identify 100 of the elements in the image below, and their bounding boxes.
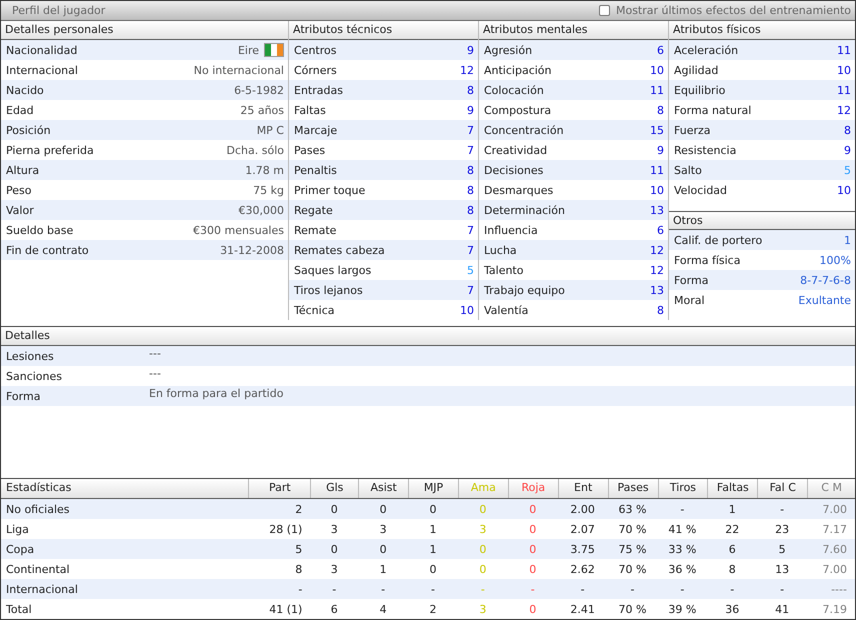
table-cell-text: 1 (428, 522, 438, 536)
attribute-value: 8-7-7-6-8 (800, 274, 851, 286)
attribute-value: 13 (650, 204, 664, 216)
attribute-value: 15 (650, 124, 664, 136)
attribute-value: 9 (657, 144, 664, 156)
table-cell-text: - (480, 582, 486, 596)
field-value: No internacional (194, 64, 284, 76)
column-header[interactable]: Tiros (658, 479, 708, 498)
section-header: Detalles (1, 327, 855, 346)
attribute-value: 12 (837, 104, 851, 116)
training-checkbox[interactable] (598, 5, 610, 16)
column-header[interactable]: MJP (408, 479, 458, 498)
table-cell-text: 23 (774, 522, 790, 536)
detail-value: En forma para el partido (149, 386, 284, 402)
field-value: 6-5-1982 (234, 84, 284, 96)
table-cell-text: 3 (330, 562, 339, 576)
attribute-label: Remates cabeza (294, 244, 385, 256)
attribute-label: Forma natural (674, 104, 752, 116)
attribute-value: 8 (467, 204, 474, 216)
attribute-value: 9 (467, 104, 474, 116)
table-cell-text: 0 (478, 502, 488, 516)
table-cell-text: 7.00 (821, 502, 848, 516)
table-cell-text: 2.00 (569, 502, 596, 516)
column-header[interactable]: Asist (358, 479, 408, 498)
table-cell-text: 0 (378, 542, 388, 556)
attribute-label: Fuerza (674, 124, 711, 136)
table-cell-text: 3 (478, 602, 488, 616)
table-cell-text: 2.07 (569, 522, 596, 536)
table-cell-text: Internacional (5, 582, 79, 596)
attribute-label: Velocidad (674, 184, 728, 196)
table-cell-text: 8 (294, 562, 304, 576)
table-cell-text: 3 (330, 522, 339, 536)
column-header[interactable]: Faltas (707, 479, 758, 498)
field-label: Valor (6, 204, 34, 216)
table-cell-text: 41 (774, 602, 790, 616)
column-header[interactable]: Pases (608, 479, 658, 498)
attribute-label: Moral (674, 294, 705, 306)
section-header: Atributos mentales (479, 21, 668, 40)
detail-label: Lesiones (5, 349, 55, 365)
table-cell-text: 0 (478, 562, 488, 576)
field-value: Eire (238, 44, 259, 56)
field-label: Altura (6, 164, 40, 176)
attribute-label: Talento (484, 264, 524, 276)
checkbox-label[interactable]: Mostrar últimos efectos del entrenamiento (616, 4, 851, 17)
table-cell-text: 70 % (618, 562, 648, 576)
attribute-value: 11 (837, 84, 851, 96)
table-cell-text: 3.75 (569, 542, 596, 556)
section-header: Detalles personales (1, 21, 288, 40)
table-cell-text: 6 (728, 542, 737, 556)
table-cell-text: 3 (478, 522, 488, 536)
attribute-label: Determinación (484, 204, 565, 216)
table-cell-text: 63 % (618, 502, 648, 516)
attribute-label: Concentración (484, 124, 564, 136)
attribute-label: Entradas (294, 84, 343, 96)
attribute-value: 9 (467, 44, 474, 56)
field-label: Pierna preferida (6, 144, 94, 156)
table-cell-text: 75 % (618, 542, 648, 556)
attribute-value: 7 (467, 144, 474, 156)
field-value: €300 mensuales (193, 224, 284, 236)
table-cell-text: 0 (528, 602, 538, 616)
section-header: Atributos técnicos (289, 21, 478, 40)
attribute-value: 12 (460, 64, 474, 76)
column-header[interactable]: Ent (558, 479, 608, 498)
field-label: Fin de contrato (6, 244, 89, 256)
attribute-label: Forma física (674, 254, 740, 266)
attribute-label: Anticipación (484, 64, 552, 76)
table-cell-text: - (430, 582, 436, 596)
column-header[interactable]: Part (248, 479, 310, 498)
attribute-label: Agresión (484, 44, 532, 56)
table-cell-text: 3 (378, 522, 388, 536)
column-header[interactable]: C M (807, 479, 855, 498)
column-header[interactable]: Gls (310, 479, 358, 498)
table-cell-text: 1 (378, 562, 388, 576)
table-cell-text: 0 (528, 522, 538, 536)
attribute-value: 100% (820, 254, 851, 266)
table-cell-text: 2 (294, 502, 304, 516)
attribute-value: 11 (650, 84, 664, 96)
table-cell-text: - (630, 582, 636, 596)
attribute-label: Saques largos (294, 264, 372, 276)
table-cell-text: 0 (528, 502, 538, 516)
table-cell-text: 28 (1) (268, 522, 304, 536)
attribute-label: Compostura (484, 104, 552, 116)
attribute-label: Decisiones (484, 164, 544, 176)
table-cell-text: 0 (428, 502, 438, 516)
table-cell-text: 39 % (667, 602, 698, 616)
attribute-value: 5 (467, 264, 474, 276)
table-cell-text: Liga (5, 522, 30, 536)
field-value: MP C (256, 124, 284, 136)
table-cell-text: 1 (428, 542, 438, 556)
table-cell-text: 4 (378, 602, 388, 616)
attribute-label: Córners (294, 64, 337, 76)
table-cell-text: - (679, 502, 686, 516)
attribute-value: 7 (467, 244, 474, 256)
table-cell-text: 2.62 (569, 562, 596, 576)
field-label: Nacido (6, 84, 44, 96)
column-header[interactable]: Fal C (757, 479, 808, 498)
attribute-label: Regate (294, 204, 333, 216)
table-cell-text: - (380, 582, 386, 596)
column-header[interactable]: Estadísticas (1, 479, 248, 498)
attribute-value: 1 (844, 234, 851, 246)
